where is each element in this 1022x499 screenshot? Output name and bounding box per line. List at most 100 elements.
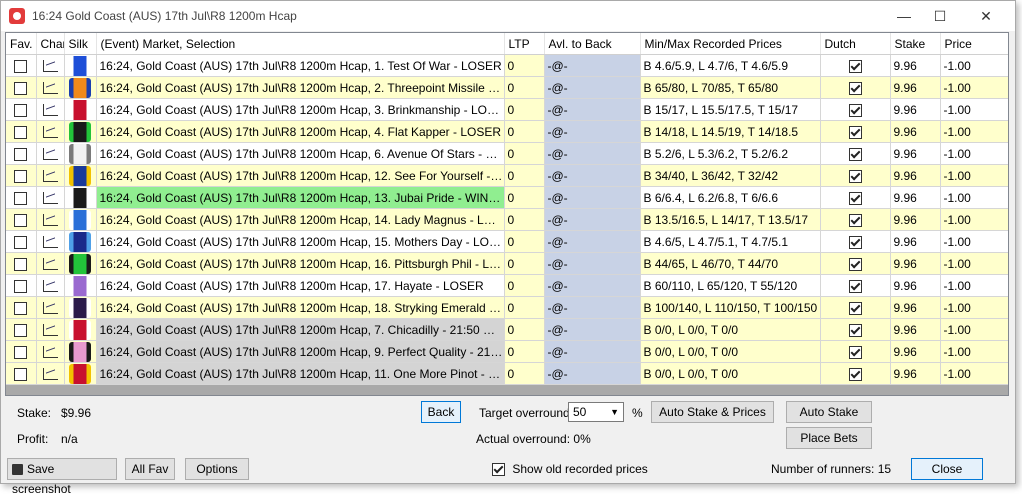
fav-cell[interactable]: [6, 208, 37, 231]
close-window-button[interactable]: ✕: [963, 1, 1009, 31]
column-header-min-max-prices[interactable]: Min/Max Recorded Prices: [640, 33, 821, 55]
dutch-cell[interactable]: [820, 296, 891, 319]
dutch-cell[interactable]: [820, 252, 891, 275]
chart-icon[interactable]: [42, 126, 58, 139]
maximize-button[interactable]: ☐: [917, 1, 963, 31]
fav-cell[interactable]: [6, 252, 37, 275]
column-header-selection[interactable]: (Event) Market, Selection: [96, 33, 505, 55]
price-cell[interactable]: -1.00: [940, 208, 1008, 231]
price-cell[interactable]: -1.00: [940, 274, 1008, 297]
chart-cell[interactable]: [36, 318, 65, 341]
dutch-cell[interactable]: [820, 120, 891, 143]
chart-cell[interactable]: [36, 120, 65, 143]
stake-cell[interactable]: 9.96: [890, 230, 941, 253]
dutch-checkbox[interactable]: [848, 191, 862, 205]
dutch-checkbox[interactable]: [848, 213, 862, 227]
auto-stake-button[interactable]: Auto Stake: [786, 401, 872, 423]
column-header-ltp[interactable]: LTP: [504, 33, 545, 55]
column-header-avl-to-back[interactable]: Avl. to Back: [544, 33, 641, 55]
price-cell[interactable]: -1.00: [940, 318, 1008, 341]
price-cell[interactable]: -1.00: [940, 142, 1008, 165]
fav-cell[interactable]: [6, 76, 37, 99]
table-row[interactable]: 16:24, Gold Coast (AUS) 17th Jul\R8 1200…: [6, 54, 1008, 77]
place-bets-button[interactable]: Place Bets: [786, 427, 872, 449]
fav-cell[interactable]: [6, 186, 37, 209]
stake-cell[interactable]: 9.96: [890, 98, 941, 121]
column-header-fav[interactable]: Fav.: [6, 33, 37, 55]
fav-checkbox[interactable]: [14, 301, 28, 315]
avl-to-back-cell[interactable]: -@-: [544, 54, 641, 77]
stake-cell[interactable]: 9.96: [890, 186, 941, 209]
avl-to-back-cell[interactable]: -@-: [544, 164, 641, 187]
chart-cell[interactable]: [36, 252, 65, 275]
price-cell[interactable]: -1.00: [940, 252, 1008, 275]
avl-to-back-cell[interactable]: -@-: [544, 208, 641, 231]
table-row[interactable]: 16:24, Gold Coast (AUS) 17th Jul\R8 1200…: [6, 98, 1008, 121]
fav-cell[interactable]: [6, 296, 37, 319]
chart-cell[interactable]: [36, 164, 65, 187]
dutch-checkbox[interactable]: [848, 257, 862, 271]
price-cell[interactable]: -1.00: [940, 76, 1008, 99]
fav-checkbox[interactable]: [14, 345, 28, 359]
fav-cell[interactable]: [6, 362, 37, 385]
column-header-silk[interactable]: Silk: [64, 33, 97, 55]
dutch-cell[interactable]: [820, 274, 891, 297]
avl-to-back-cell[interactable]: -@-: [544, 274, 641, 297]
chart-cell[interactable]: [36, 76, 65, 99]
chart-icon[interactable]: [42, 258, 58, 271]
dutch-checkbox[interactable]: [848, 103, 862, 117]
dutch-checkbox[interactable]: [848, 81, 862, 95]
fav-cell[interactable]: [6, 340, 37, 363]
avl-to-back-cell[interactable]: -@-: [544, 76, 641, 99]
dutch-cell[interactable]: [820, 362, 891, 385]
dutch-checkbox[interactable]: [848, 59, 862, 73]
dutch-checkbox[interactable]: [848, 301, 862, 315]
price-cell[interactable]: -1.00: [940, 362, 1008, 385]
table-row[interactable]: 16:24, Gold Coast (AUS) 17th Jul\R8 1200…: [6, 340, 1008, 363]
fav-cell[interactable]: [6, 120, 37, 143]
chart-icon[interactable]: [42, 192, 58, 205]
table-row[interactable]: 16:24, Gold Coast (AUS) 17th Jul\R8 1200…: [6, 164, 1008, 187]
table-row[interactable]: 16:24, Gold Coast (AUS) 17th Jul\R8 1200…: [6, 230, 1008, 253]
chart-cell[interactable]: [36, 54, 65, 77]
dutch-checkbox[interactable]: [848, 367, 862, 381]
chart-icon[interactable]: [42, 104, 58, 117]
price-cell[interactable]: -1.00: [940, 164, 1008, 187]
fav-checkbox[interactable]: [14, 257, 28, 271]
table-row[interactable]: 16:24, Gold Coast (AUS) 17th Jul\R8 1200…: [6, 296, 1008, 319]
chart-cell[interactable]: [36, 142, 65, 165]
avl-to-back-cell[interactable]: -@-: [544, 98, 641, 121]
chart-icon[interactable]: [42, 82, 58, 95]
dutch-checkbox[interactable]: [848, 279, 862, 293]
dutch-checkbox[interactable]: [848, 323, 862, 337]
target-overround-select[interactable]: 50 ▼: [568, 402, 624, 422]
column-header-stake[interactable]: Stake: [890, 33, 941, 55]
chart-cell[interactable]: [36, 186, 65, 209]
avl-to-back-cell[interactable]: -@-: [544, 340, 641, 363]
stake-cell[interactable]: 9.96: [890, 120, 941, 143]
chart-icon[interactable]: [42, 324, 58, 337]
dutch-cell[interactable]: [820, 208, 891, 231]
table-row[interactable]: 16:24, Gold Coast (AUS) 17th Jul\R8 1200…: [6, 318, 1008, 341]
avl-to-back-cell[interactable]: -@-: [544, 362, 641, 385]
fav-checkbox[interactable]: [14, 169, 28, 183]
fav-checkbox[interactable]: [14, 147, 28, 161]
price-cell[interactable]: -1.00: [940, 54, 1008, 77]
dutch-checkbox[interactable]: [848, 345, 862, 359]
chart-icon[interactable]: [42, 170, 58, 183]
back-button[interactable]: Back: [421, 401, 461, 423]
dutch-cell[interactable]: [820, 76, 891, 99]
fav-checkbox[interactable]: [14, 59, 28, 73]
fav-checkbox[interactable]: [14, 323, 28, 337]
stake-cell[interactable]: 9.96: [890, 252, 941, 275]
dutch-cell[interactable]: [820, 164, 891, 187]
fav-checkbox[interactable]: [14, 81, 28, 95]
all-fav-button[interactable]: All Fav: [125, 458, 175, 480]
dutch-checkbox[interactable]: [848, 235, 862, 249]
fav-checkbox[interactable]: [14, 191, 28, 205]
chart-icon[interactable]: [42, 214, 58, 227]
fav-checkbox[interactable]: [14, 279, 28, 293]
fav-checkbox[interactable]: [14, 367, 28, 381]
stake-cell[interactable]: 9.96: [890, 340, 941, 363]
avl-to-back-cell[interactable]: -@-: [544, 318, 641, 341]
